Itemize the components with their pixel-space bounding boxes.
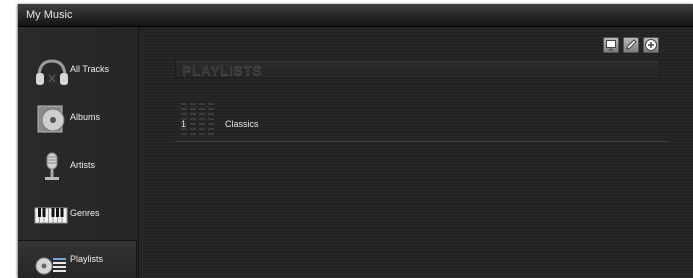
- piano-keys-icon: [34, 207, 68, 224]
- title-bar: My Music: [18, 4, 693, 27]
- playlist-icon: [35, 257, 66, 275]
- playlist-number: 1: [181, 119, 187, 129]
- present-icon: [606, 40, 616, 51]
- sidebar-item-label: Artists: [70, 160, 96, 170]
- playlist-name: Classics: [225, 119, 259, 129]
- sidebar: All Tracks Albums Artists Genres Playlis…: [18, 27, 139, 278]
- main-panel: PLAYLISTS 1 Classics: [139, 27, 693, 278]
- music-window: My Music All Tracks Albums Artists Genre…: [18, 4, 693, 278]
- sidebar-item-label: Albums: [70, 112, 101, 122]
- sidebar-item-all-tracks[interactable]: All Tracks: [18, 51, 138, 91]
- present-button[interactable]: [603, 37, 619, 53]
- add-button[interactable]: [643, 37, 659, 53]
- window-title: My Music: [26, 9, 73, 21]
- sidebar-item-playlists[interactable]: Playlists: [18, 240, 137, 278]
- sidebar-item-label: All Tracks: [70, 64, 110, 74]
- playlist-artwork-icon: [181, 103, 214, 135]
- sidebar-item-label: Genres: [70, 208, 100, 218]
- edit-pencil-icon: [626, 39, 637, 50]
- sidebar-item-genres[interactable]: Genres: [18, 195, 138, 235]
- headphones-icon: [36, 59, 68, 85]
- playlists-header: PLAYLISTS: [175, 59, 660, 79]
- microphone-icon: [45, 152, 59, 180]
- sidebar-item-albums[interactable]: Albums: [18, 99, 138, 139]
- sidebar-item-label: Playlists: [70, 254, 104, 264]
- sidebar-item-artists[interactable]: Artists: [18, 147, 138, 187]
- edit-button[interactable]: [623, 37, 639, 53]
- album-disc-icon: [37, 105, 65, 133]
- playlist-row[interactable]: 1 Classics: [175, 97, 669, 142]
- section-title: PLAYLISTS: [182, 62, 263, 78]
- add-icon: [645, 39, 657, 51]
